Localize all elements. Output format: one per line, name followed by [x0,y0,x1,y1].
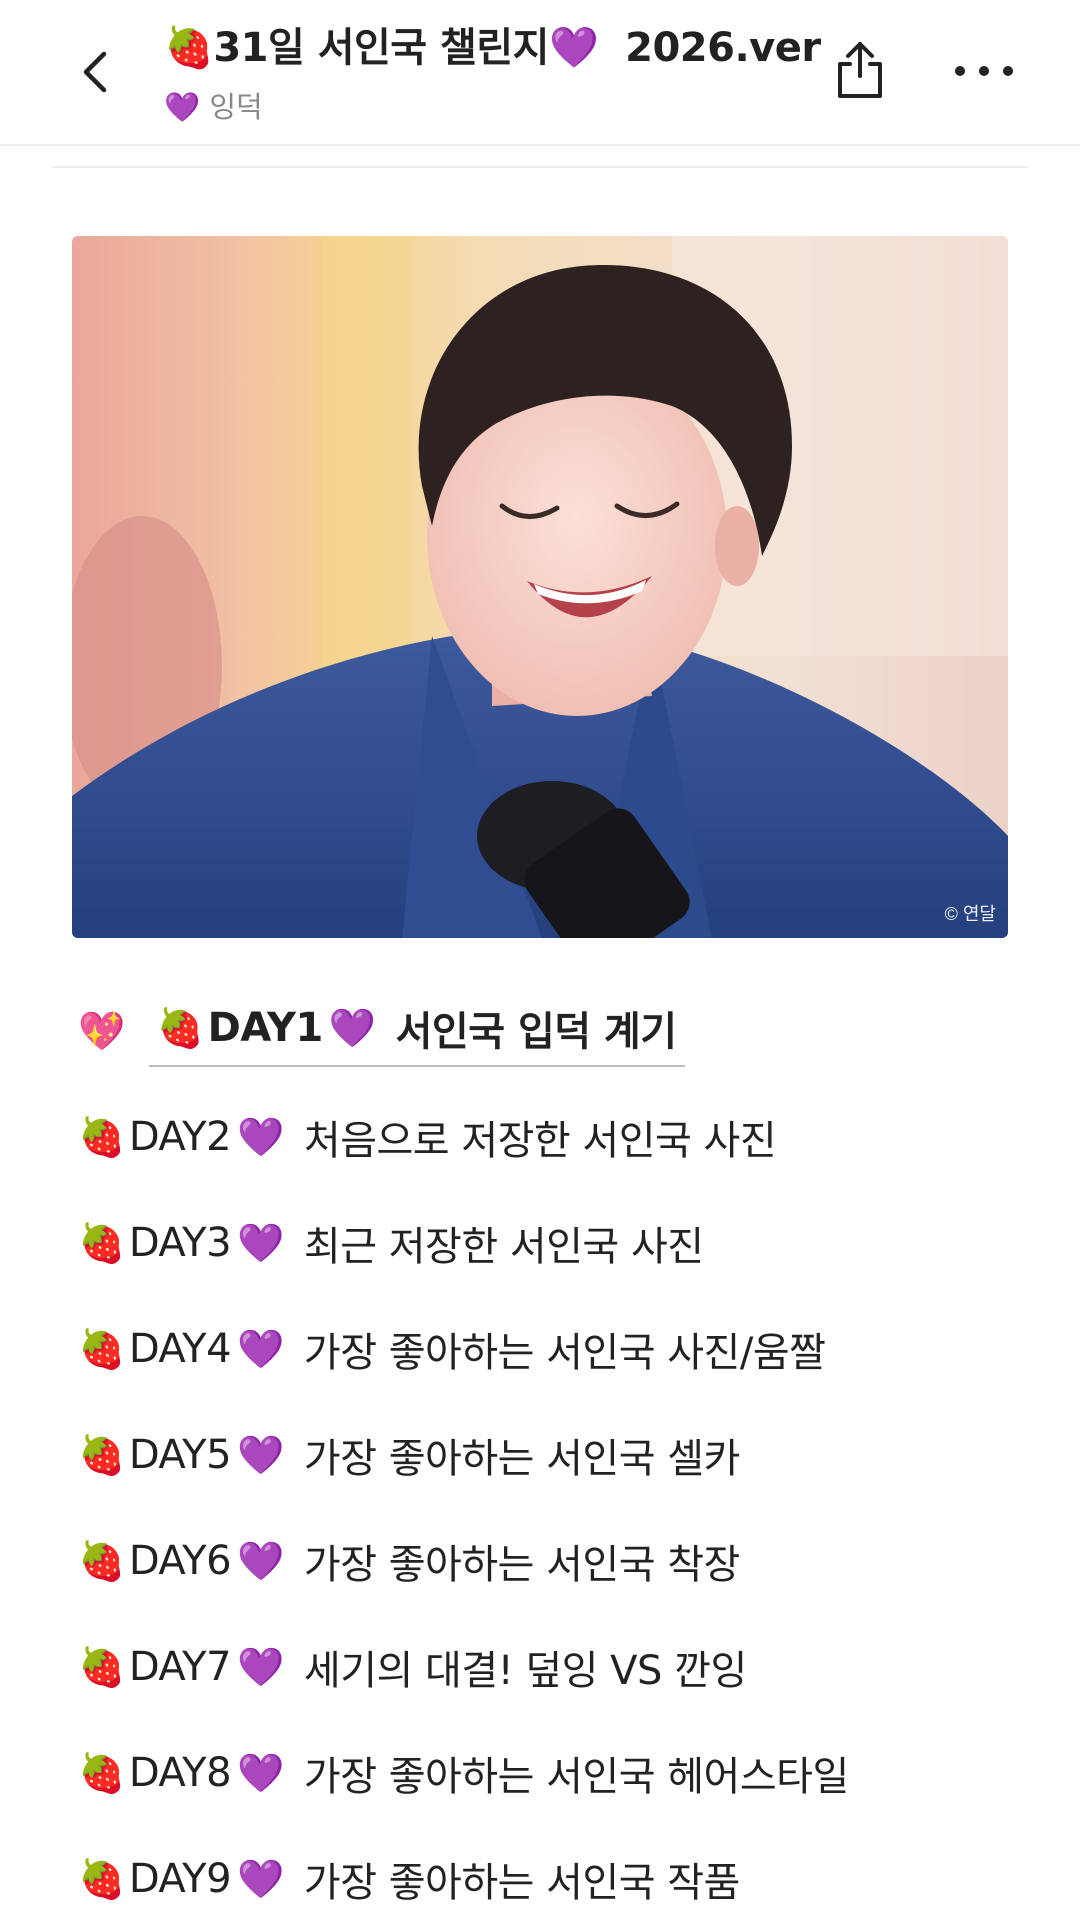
strawberry-icon: 🍓 [78,1856,125,1901]
top-bar: 🍓31일 서인국 챌린지💜 2026.ver 💜 잉덕 [0,0,1080,146]
challenge-list: 💖 🍓 DAY1 💜 서인국 입덕 계기 🍓 DAY2 💜 처음으로 저장한 서… [78,978,1008,1932]
day-topic: 가장 좋아하는 서인국 셀카 [303,1436,740,1482]
day-topic: 세기의 대결! 덮잉 VS 깐잉 [303,1648,747,1694]
day-label: DAY8 [128,1750,232,1796]
photo-illustration [72,236,1008,938]
title-suffix: 2026.ver [625,25,821,71]
strawberry-icon: 🍓 [78,1538,125,1583]
board-name[interactable]: 💜 잉덕 [164,88,804,126]
day1-link[interactable]: 🍓 DAY1 💜 서인국 입덕 계기 [148,995,685,1067]
day-topic: 가장 좋아하는 서인국 착장 [303,1542,740,1588]
more-options-button[interactable] [944,46,1024,96]
purple-heart-icon: 💜 [237,1432,284,1477]
list-item: 🍓 DAY3 💜 최근 저장한 서인국 사진 [78,1190,1008,1296]
list-item: 🍓 DAY5 💜 가장 좋아하는 서인국 셀카 [78,1402,1008,1508]
day-label: DAY6 [128,1538,232,1584]
day-label: DAY4 [128,1326,232,1372]
day-label: DAY2 [128,1114,232,1160]
purple-heart-icon: 💜 [237,1750,284,1795]
post-title-block: 🍓31일 서인국 챌린지💜 2026.ver 💜 잉덕 [164,20,821,126]
post-title: 🍓31일 서인국 챌린지💜 2026.ver [164,20,821,76]
strawberry-icon: 🍓 [78,1750,125,1795]
share-icon [838,42,882,98]
purple-heart-icon: 💜 [237,1644,284,1689]
share-button[interactable] [830,36,890,102]
purple-heart-icon: 💜 [237,1538,284,1583]
more-horizontal-icon [955,66,1013,76]
day-label: DAY3 [128,1220,232,1266]
list-item: 🍓 DAY9 💜 가장 좋아하는 서인국 작품 [78,1826,1008,1932]
strawberry-icon: 🍓 [78,1326,125,1371]
strawberry-icon: 🍓 [156,1005,204,1050]
purple-heart-icon: 💜 [237,1856,284,1901]
content-divider [52,166,1028,168]
day-label: DAY1 [207,1005,324,1051]
strawberry-icon: 🍓 [78,1432,125,1477]
purple-heart-icon: 💜 [237,1114,284,1159]
photo-watermark: © 연달 [944,904,996,924]
chevron-left-icon [83,51,107,93]
day-topic: 처음으로 저장한 서인국 사진 [303,1118,777,1164]
list-item: 🍓 DAY7 💜 세기의 대결! 덮잉 VS 깐잉 [78,1614,1008,1720]
back-button[interactable] [64,36,128,108]
board-name-text: 잉덕 [209,90,263,124]
strawberry-icon: 🍓 [78,1114,125,1159]
list-item: 🍓 DAY8 💜 가장 좋아하는 서인국 헤어스타일 [78,1720,1008,1826]
list-item: 🍓 DAY2 💜 처음으로 저장한 서인국 사진 [78,1084,1008,1190]
list-item: 💖 🍓 DAY1 💜 서인국 입덕 계기 [78,978,1008,1084]
strawberry-icon: 🍓 [164,25,214,71]
day-topic: 가장 좋아하는 서인국 헤어스타일 [303,1754,849,1800]
purple-heart-icon: 💜 [548,25,599,71]
strawberry-icon: 🍓 [78,1220,125,1265]
day-topic: 서인국 입덕 계기 [395,1009,677,1055]
strawberry-icon: 🍓 [78,1644,125,1689]
purple-heart-icon: 💜 [237,1220,284,1265]
purple-heart-icon: 💜 [164,90,201,124]
day-topic: 최근 저장한 서인국 사진 [303,1224,704,1270]
sparkling-heart-icon: 💖 [78,1008,125,1053]
list-item: 🍓 DAY4 💜 가장 좋아하는 서인국 사진/움짤 [78,1296,1008,1402]
day-topic: 가장 좋아하는 서인국 작품 [303,1860,740,1906]
title-text: 31일 서인국 챌린지 [213,25,549,71]
day-label: DAY5 [128,1432,232,1478]
day-label: DAY7 [128,1644,232,1690]
day-topic: 가장 좋아하는 서인국 사진/움짤 [303,1330,826,1376]
post-photo[interactable]: © 연달 [72,236,1008,938]
day-label: DAY9 [128,1856,232,1902]
purple-heart-icon: 💜 [237,1326,284,1371]
list-item: 🍓 DAY6 💜 가장 좋아하는 서인국 착장 [78,1508,1008,1614]
purple-heart-icon: 💜 [328,1005,376,1050]
